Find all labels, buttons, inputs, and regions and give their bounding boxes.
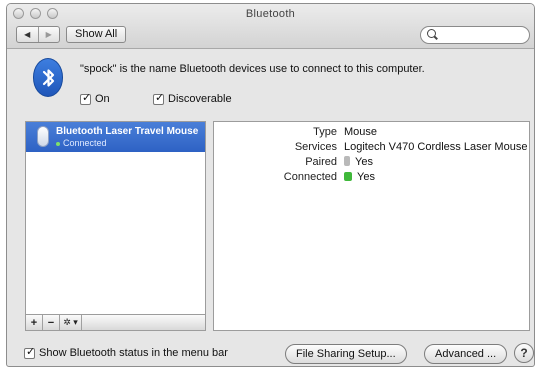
show-status-menubar-checkbox[interactable]: Show Bluetooth status in the menu bar [24, 345, 228, 359]
device-list-toolbar: + − ✲ ▾ [25, 314, 206, 331]
detail-value: Yes [357, 171, 375, 183]
connected-icon [344, 172, 352, 181]
action-menu-button[interactable]: ✲ ▾ [60, 315, 82, 330]
detail-value-wrap: Yes [344, 156, 373, 168]
discoverable-label: Discoverable [168, 93, 232, 105]
show-status-label: Show Bluetooth status in the menu bar [39, 347, 228, 359]
checkbox-box[interactable] [80, 91, 91, 105]
discoverable-checkbox[interactable]: Discoverable [153, 91, 232, 105]
title-bar: Bluetooth ◀ ▶ Show All [7, 4, 534, 49]
window-title: Bluetooth [245, 8, 296, 20]
detail-row-paired: Paired Yes [214, 156, 529, 170]
bluetooth-on-checkbox[interactable]: On [80, 91, 110, 105]
detail-row-type: Type Mouse [214, 126, 529, 140]
advanced-button[interactable]: Advanced ... [424, 344, 508, 364]
detail-label: Paired [305, 156, 337, 168]
remove-device-button[interactable]: − [43, 315, 60, 330]
detail-value-wrap: Yes [344, 171, 375, 183]
on-label: On [95, 93, 110, 105]
back-button[interactable]: ◀ [17, 27, 38, 42]
search-icon [427, 29, 436, 38]
search-input[interactable] [439, 28, 525, 42]
computer-name-description: "spock" is the name Bluetooth devices us… [80, 63, 425, 75]
detail-label: Connected [283, 171, 337, 183]
bluetooth-icon [33, 58, 63, 97]
device-name: Bluetooth Laser Travel Mouse [56, 126, 199, 137]
file-sharing-setup-button[interactable]: File Sharing Setup... [285, 344, 407, 364]
checkbox-box[interactable] [153, 91, 164, 105]
connected-dot-icon [56, 141, 60, 146]
preferences-window: Bluetooth ◀ ▶ Show All "spock" is the na… [6, 3, 535, 367]
detail-value: Yes [355, 156, 373, 168]
paired-icon [344, 156, 350, 166]
device-status: Connected [56, 138, 107, 148]
detail-label: Services [294, 141, 337, 153]
help-button[interactable]: ? [514, 343, 534, 363]
detail-row-connected: Connected Yes [214, 171, 529, 185]
show-all-button[interactable]: Show All [66, 26, 127, 43]
list-item[interactable]: Bluetooth Laser Travel Mouse Connected [26, 122, 205, 152]
detail-label: Type [313, 126, 337, 138]
detail-value: Logitech V470 Cordless Laser Mouse [344, 141, 528, 153]
search-field[interactable] [420, 26, 530, 44]
detail-row-services: Services Logitech V470 Cordless Laser Mo… [214, 141, 529, 155]
device-details-panel: Type Mouse Services Logitech V470 Cordle… [213, 121, 530, 331]
mouse-icon [37, 126, 49, 147]
forward-button[interactable]: ▶ [37, 27, 60, 42]
detail-value: Mouse [344, 126, 378, 138]
add-device-button[interactable]: + [26, 315, 43, 330]
device-status-label: Connected [63, 138, 107, 148]
device-list: Bluetooth Laser Travel Mouse Connected [25, 121, 206, 331]
back-forward-control: ◀ ▶ [16, 26, 60, 43]
checkbox-box[interactable] [24, 345, 35, 359]
